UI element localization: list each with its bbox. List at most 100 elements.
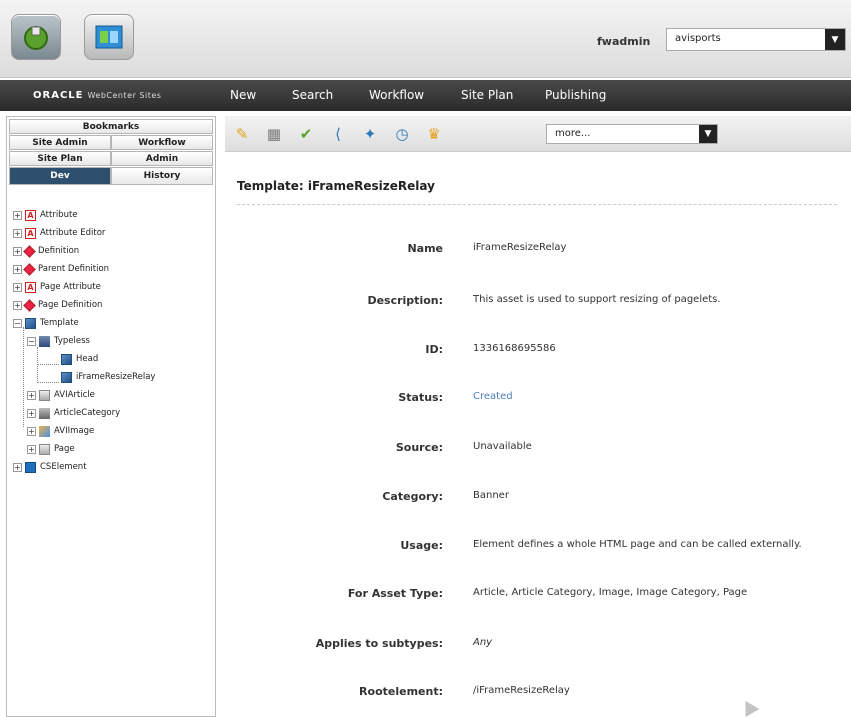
share-icon[interactable]: ⟨ <box>327 123 349 145</box>
expand-icon[interactable]: + <box>13 228 22 238</box>
title-divider <box>237 204 837 205</box>
tab-workflow[interactable]: Workflow <box>111 135 213 150</box>
tree-item[interactable]: iFrameResizeRelay <box>61 369 155 385</box>
typeless-icon <box>39 335 50 347</box>
expand-icon[interactable]: + <box>13 210 22 220</box>
parent-definition-icon <box>23 262 36 276</box>
collapse-icon[interactable]: − <box>13 318 22 328</box>
tree-item[interactable]: + Page Definition <box>13 297 102 313</box>
nav-workflow[interactable]: Workflow <box>369 88 424 102</box>
tree-item[interactable]: − Typeless <box>27 333 90 349</box>
expand-icon[interactable]: + <box>27 426 36 436</box>
field-label: ID: <box>425 343 443 356</box>
asset-toolbar: ✎ ▦ ✔ ⟨ ✦ ◷ ♛ more... ▼ <box>225 116 851 152</box>
contributor-icon <box>24 26 48 50</box>
field-value: This asset is used to support resizing o… <box>473 294 721 305</box>
tree-item[interactable]: + Parent Definition <box>13 261 109 277</box>
tree-item[interactable]: + AVIImage <box>27 423 94 439</box>
field-value: Any <box>473 637 493 648</box>
more-select[interactable]: more... ▼ <box>546 124 718 144</box>
field-value: 1336168695586 <box>473 343 556 354</box>
crown-icon[interactable]: ♛ <box>423 123 445 145</box>
page-definition-icon <box>23 298 36 312</box>
more-select-value: more... <box>555 128 591 139</box>
tree-item[interactable]: + Definition <box>13 243 79 259</box>
expand-icon[interactable]: + <box>27 408 36 418</box>
approve-icon[interactable]: ✔ <box>295 123 317 145</box>
attribute-icon: A <box>25 209 36 221</box>
tab-site-plan[interactable]: Site Plan <box>9 151 111 166</box>
field-row: Name iFrameResizeRelay <box>225 242 851 262</box>
tree-item[interactable]: Head <box>61 351 98 367</box>
tab-admin[interactable]: Admin <box>111 151 213 166</box>
tab-site-admin[interactable]: Site Admin <box>9 135 111 150</box>
field-row: Usage: Element defines a whole HTML page … <box>225 539 851 559</box>
nav-publishing[interactable]: Publishing <box>545 88 606 102</box>
field-row: ID: 1336168695586 <box>225 343 851 363</box>
field-label: Category: <box>382 490 443 503</box>
chevron-down-icon[interactable]: ▼ <box>825 29 845 50</box>
tree-item[interactable]: − Template <box>13 315 79 331</box>
left-panel: Bookmarks Site Admin Workflow Site Plan … <box>6 116 216 717</box>
tree-item[interactable]: + CSElement <box>13 459 87 475</box>
expand-icon[interactable]: + <box>13 462 22 472</box>
field-value: Banner <box>473 490 509 501</box>
collapse-icon[interactable]: − <box>27 336 36 346</box>
expand-icon[interactable]: + <box>13 300 22 310</box>
product-name: WebCenter Sites <box>87 91 162 100</box>
oracle-logo: ORACLE WebCenter Sites <box>33 90 161 101</box>
field-label: Applies to subtypes: <box>315 637 443 650</box>
cselement-icon <box>25 461 36 473</box>
tab-history[interactable]: History <box>111 167 213 185</box>
tree-item[interactable]: + AVIArticle <box>27 387 95 403</box>
field-label: For Asset Type: <box>347 587 443 600</box>
main-nav-bar: ORACLE WebCenter Sites New Search Workflo… <box>0 80 851 111</box>
field-row: Status: Created <box>225 391 851 411</box>
tab-bookmarks[interactable]: Bookmarks <box>9 119 213 134</box>
edit-icon[interactable]: ✎ <box>231 123 253 145</box>
field-label: Name <box>407 242 443 255</box>
template-icon <box>61 371 72 383</box>
status-link[interactable]: Created <box>473 391 513 402</box>
expand-icon[interactable]: + <box>13 282 22 292</box>
tree-item[interactable]: + A Page Attribute <box>13 279 101 295</box>
expand-icon[interactable]: + <box>13 264 22 274</box>
field-value: Element defines a whole HTML page and ca… <box>473 539 802 550</box>
nav-site-plan[interactable]: Site Plan <box>461 88 513 102</box>
field-value: Unavailable <box>473 441 532 452</box>
tree-item[interactable]: + A Attribute <box>13 207 78 223</box>
tab-dev[interactable]: Dev <box>9 167 111 185</box>
contributor-app-button[interactable] <box>11 14 61 60</box>
field-row: Category: Banner <box>225 490 851 510</box>
site-select-value: avisports <box>675 33 721 44</box>
preview-icon[interactable]: ✦ <box>359 123 381 145</box>
field-value: iFrameResizeRelay <box>473 242 567 253</box>
admin-app-button[interactable] <box>84 14 134 60</box>
attribute-editor-icon: A <box>25 227 36 239</box>
field-row: For Asset Type: Article, Article Category… <box>225 587 851 607</box>
field-label: Source: <box>395 441 443 454</box>
field-row: Applies to subtypes: Any <box>225 637 851 657</box>
tree-item[interactable]: + A Attribute Editor <box>13 225 105 241</box>
nav-new[interactable]: New <box>230 88 256 102</box>
tree-item[interactable]: + Page <box>27 441 75 457</box>
template-icon <box>25 317 36 329</box>
nav-search[interactable]: Search <box>292 88 333 102</box>
site-select[interactable]: avisports ▼ <box>666 28 846 51</box>
page-attribute-icon: A <box>25 281 36 293</box>
tree-item[interactable]: + ArticleCategory <box>27 405 120 421</box>
field-row: Source: Unavailable <box>225 441 851 461</box>
expand-icon[interactable]: + <box>27 444 36 454</box>
chevron-down-icon[interactable]: ▼ <box>699 125 717 143</box>
asset-details: Template: iFrameResizeRelay Name iFrameRe… <box>225 153 851 717</box>
field-label: Rootelement: <box>359 685 443 698</box>
left-tabs: Bookmarks Site Admin Workflow Site Plan … <box>9 119 213 186</box>
history-icon[interactable]: ◷ <box>391 123 413 145</box>
field-row: Rootelement: /iFrameResizeRelay <box>225 685 851 705</box>
template-icon <box>61 353 72 365</box>
brand-name: ORACLE <box>33 90 84 101</box>
delete-icon[interactable]: ▦ <box>263 123 285 145</box>
page-icon <box>39 443 50 455</box>
expand-icon[interactable]: + <box>13 246 22 256</box>
expand-icon[interactable]: + <box>27 390 36 400</box>
